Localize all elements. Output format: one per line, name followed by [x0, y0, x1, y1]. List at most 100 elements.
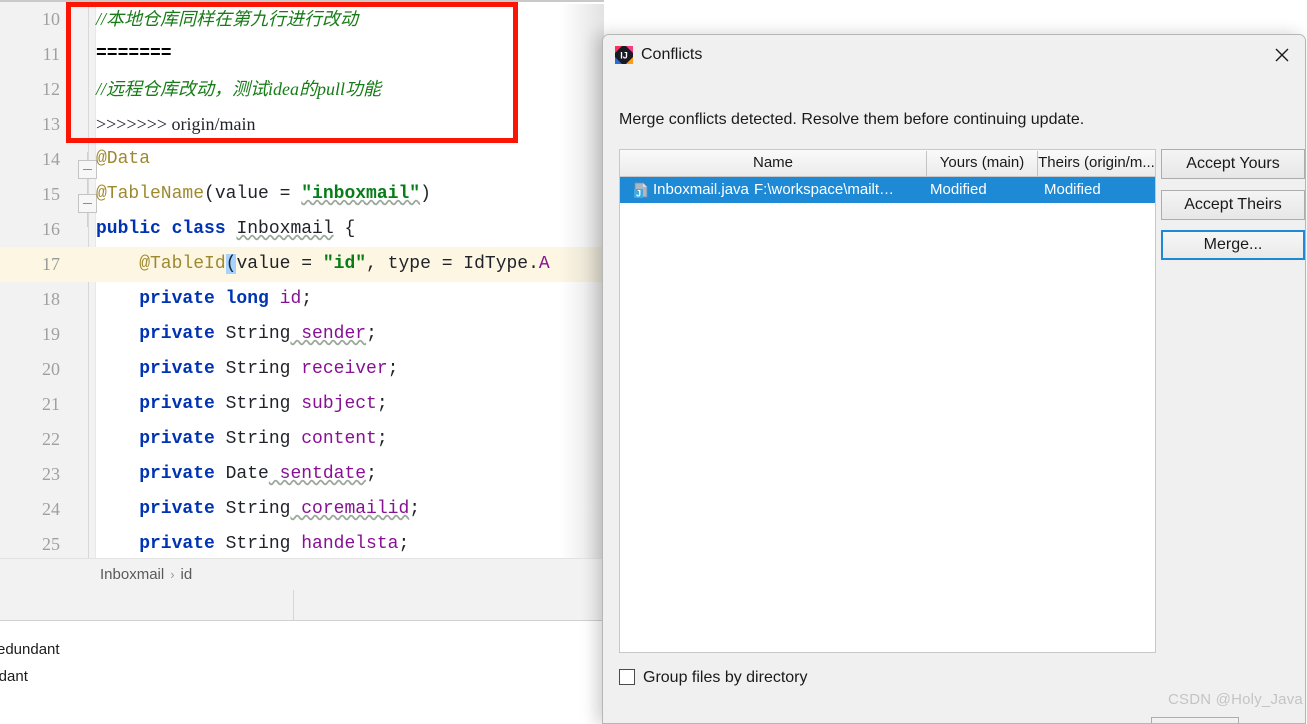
line-content: @TableId(value = "id", type = IdType.A [96, 247, 550, 282]
conflict-marker-token: ======= [96, 44, 172, 64]
line-content: private Date sentdate; [96, 457, 377, 492]
keyword-token: private [96, 429, 226, 449]
editor-text-area[interactable]: 10 //本地仓库同样在第九行进行改动 11 ======= 12 //远程仓库… [0, 2, 604, 560]
type-token: String [225, 324, 291, 344]
field-name-token: content [290, 429, 377, 449]
lower-panel-body[interactable]: redundant undant [0, 621, 604, 724]
watermark: CSDN @Holy_Java [1168, 691, 1303, 708]
code-line[interactable]: 12 //远程仓库改动，测试idea的pull功能 [0, 72, 604, 107]
svg-text:IJ: IJ [620, 51, 628, 61]
semicolon-token: ; [301, 289, 313, 309]
field-name-token: sender [290, 324, 367, 344]
line-content: private String coremailid; [96, 492, 420, 527]
group-files-checkbox[interactable] [619, 669, 635, 685]
brace-token: { [333, 219, 356, 239]
column-header-yours[interactable]: Yours (main) [927, 150, 1037, 176]
code-lines: 10 //本地仓库同样在第九行进行改动 11 ======= 12 //远程仓库… [0, 2, 604, 558]
code-line[interactable]: 23 private Date sentdate; [0, 457, 604, 492]
type-token: String [225, 359, 291, 379]
field-name-token: handelsta [290, 534, 399, 554]
table-row[interactable]: J Inboxmail.java F:\workspace\mailt… Mod… [620, 177, 1155, 203]
breadcrumb-separator: › [170, 567, 175, 582]
lower-tool-panel: redundant undant [0, 590, 604, 724]
accept-yours-button[interactable]: Accept Yours [1161, 149, 1305, 179]
code-line[interactable]: 20 private String receiver; [0, 352, 604, 387]
code-line-highlighted[interactable]: 17 @TableId(value = "id", type = IdType.… [0, 247, 604, 282]
line-number: 15 [42, 184, 60, 204]
intellij-idea-icon: IJ [615, 46, 633, 64]
code-line[interactable]: 22 private String content; [0, 422, 604, 457]
code-line[interactable]: 21 private String subject; [0, 387, 604, 422]
class-name-token: Inboxmail [236, 219, 334, 239]
caret-selection: ( [225, 254, 237, 274]
keyword-token: private [96, 359, 226, 379]
line-number: 12 [42, 79, 60, 99]
line-content: //本地仓库同样在第九行进行改动 [96, 2, 358, 37]
annotation-token: @Data [96, 149, 151, 169]
line-content: @TableName(value = "inboxmail") [96, 177, 431, 212]
dialog-message: Merge conflicts detected. Resolve them b… [619, 111, 1085, 128]
line-content: private String handelsta; [96, 527, 409, 562]
breadcrumb-member[interactable]: id [181, 566, 193, 583]
column-header-theirs[interactable]: Theirs (origin/m... [1038, 150, 1155, 176]
keyword-token: private [96, 534, 226, 554]
dialog-title: Conflicts [641, 46, 703, 63]
comment-token: //远程仓库改动，测试idea的pull功能 [96, 79, 381, 99]
screen: 10 //本地仓库同样在第九行进行改动 11 ======= 12 //远程仓库… [0, 0, 1307, 724]
annotation-token: @TableId [96, 254, 226, 274]
line-number: 14 [42, 149, 60, 169]
line-number: 10 [42, 9, 60, 29]
keyword-token: private [96, 499, 226, 519]
line-content: ======= [96, 37, 172, 72]
code-line[interactable]: 24 private String coremailid; [0, 492, 604, 527]
keyword-token: private [96, 394, 226, 414]
code-line[interactable]: 10 //本地仓库同样在第九行进行改动 [0, 2, 604, 37]
close-icon[interactable] [1259, 35, 1305, 75]
param-token: , type = IdType. [366, 254, 539, 274]
semicolon-token: ; [376, 429, 388, 449]
type-token: String [225, 394, 291, 414]
code-line[interactable]: 16 public class Inboxmail { [0, 212, 604, 247]
code-line[interactable]: 19 private String sender; [0, 317, 604, 352]
conflict-marker-token: >>>>>>> origin/main [96, 114, 256, 134]
code-line[interactable]: 15 @TableName(value = "inboxmail") [0, 177, 604, 212]
close-button[interactable]: Close [1151, 717, 1239, 723]
line-number: 17 [42, 254, 60, 274]
merge-button[interactable]: Merge... [1161, 230, 1305, 260]
code-line[interactable]: 11 ======= [0, 37, 604, 72]
line-number: 20 [42, 359, 60, 379]
comment-token: //本地仓库同样在第九行进行改动 [96, 9, 359, 29]
line-content: private String sender; [96, 317, 377, 352]
cell-file-name: Inboxmail.java [653, 181, 749, 198]
conflicts-dialog: IJ Conflicts Merge conflicts detected. R… [602, 34, 1306, 724]
type-token: String [225, 534, 291, 554]
code-line[interactable]: 13 >>>>>>> origin/main [0, 107, 604, 142]
breadcrumb-bar: Inboxmail › id [0, 558, 604, 592]
string-token: "inboxmail" [301, 184, 421, 204]
accept-theirs-button[interactable]: Accept Theirs [1161, 190, 1305, 220]
code-line[interactable]: 14 @Data [0, 142, 604, 177]
cell-theirs-status: Modified [1044, 181, 1101, 198]
line-content: //远程仓库改动，测试idea的pull功能 [96, 72, 381, 107]
line-content: @Data [96, 142, 150, 177]
type-token: String [225, 429, 291, 449]
line-number: 11 [42, 44, 60, 64]
line-number: 13 [42, 114, 60, 134]
column-header-name[interactable]: Name [620, 150, 926, 176]
keyword-token: private [96, 464, 226, 484]
dialog-titlebar[interactable]: IJ Conflicts [603, 35, 1305, 75]
conflicts-file-table[interactable]: Name Yours (main) Theirs (origin/m... J … [619, 149, 1156, 653]
breadcrumb-class[interactable]: Inboxmail [100, 566, 164, 583]
line-content: private String receiver; [96, 352, 398, 387]
code-line[interactable]: 25 private String handelsta; [0, 527, 604, 562]
string-token: "id" [322, 254, 367, 274]
code-line[interactable]: 18 private long id; [0, 282, 604, 317]
cell-yours-status: Modified [930, 181, 987, 198]
type-token: Date [225, 464, 269, 484]
annotation-token: @TableName [96, 184, 205, 204]
enum-token: A [538, 254, 550, 274]
breadcrumb[interactable]: Inboxmail › id [100, 559, 192, 591]
semicolon-token: ; [366, 324, 377, 344]
paren-token: ) [420, 184, 431, 204]
line-content: private String subject; [96, 387, 387, 422]
